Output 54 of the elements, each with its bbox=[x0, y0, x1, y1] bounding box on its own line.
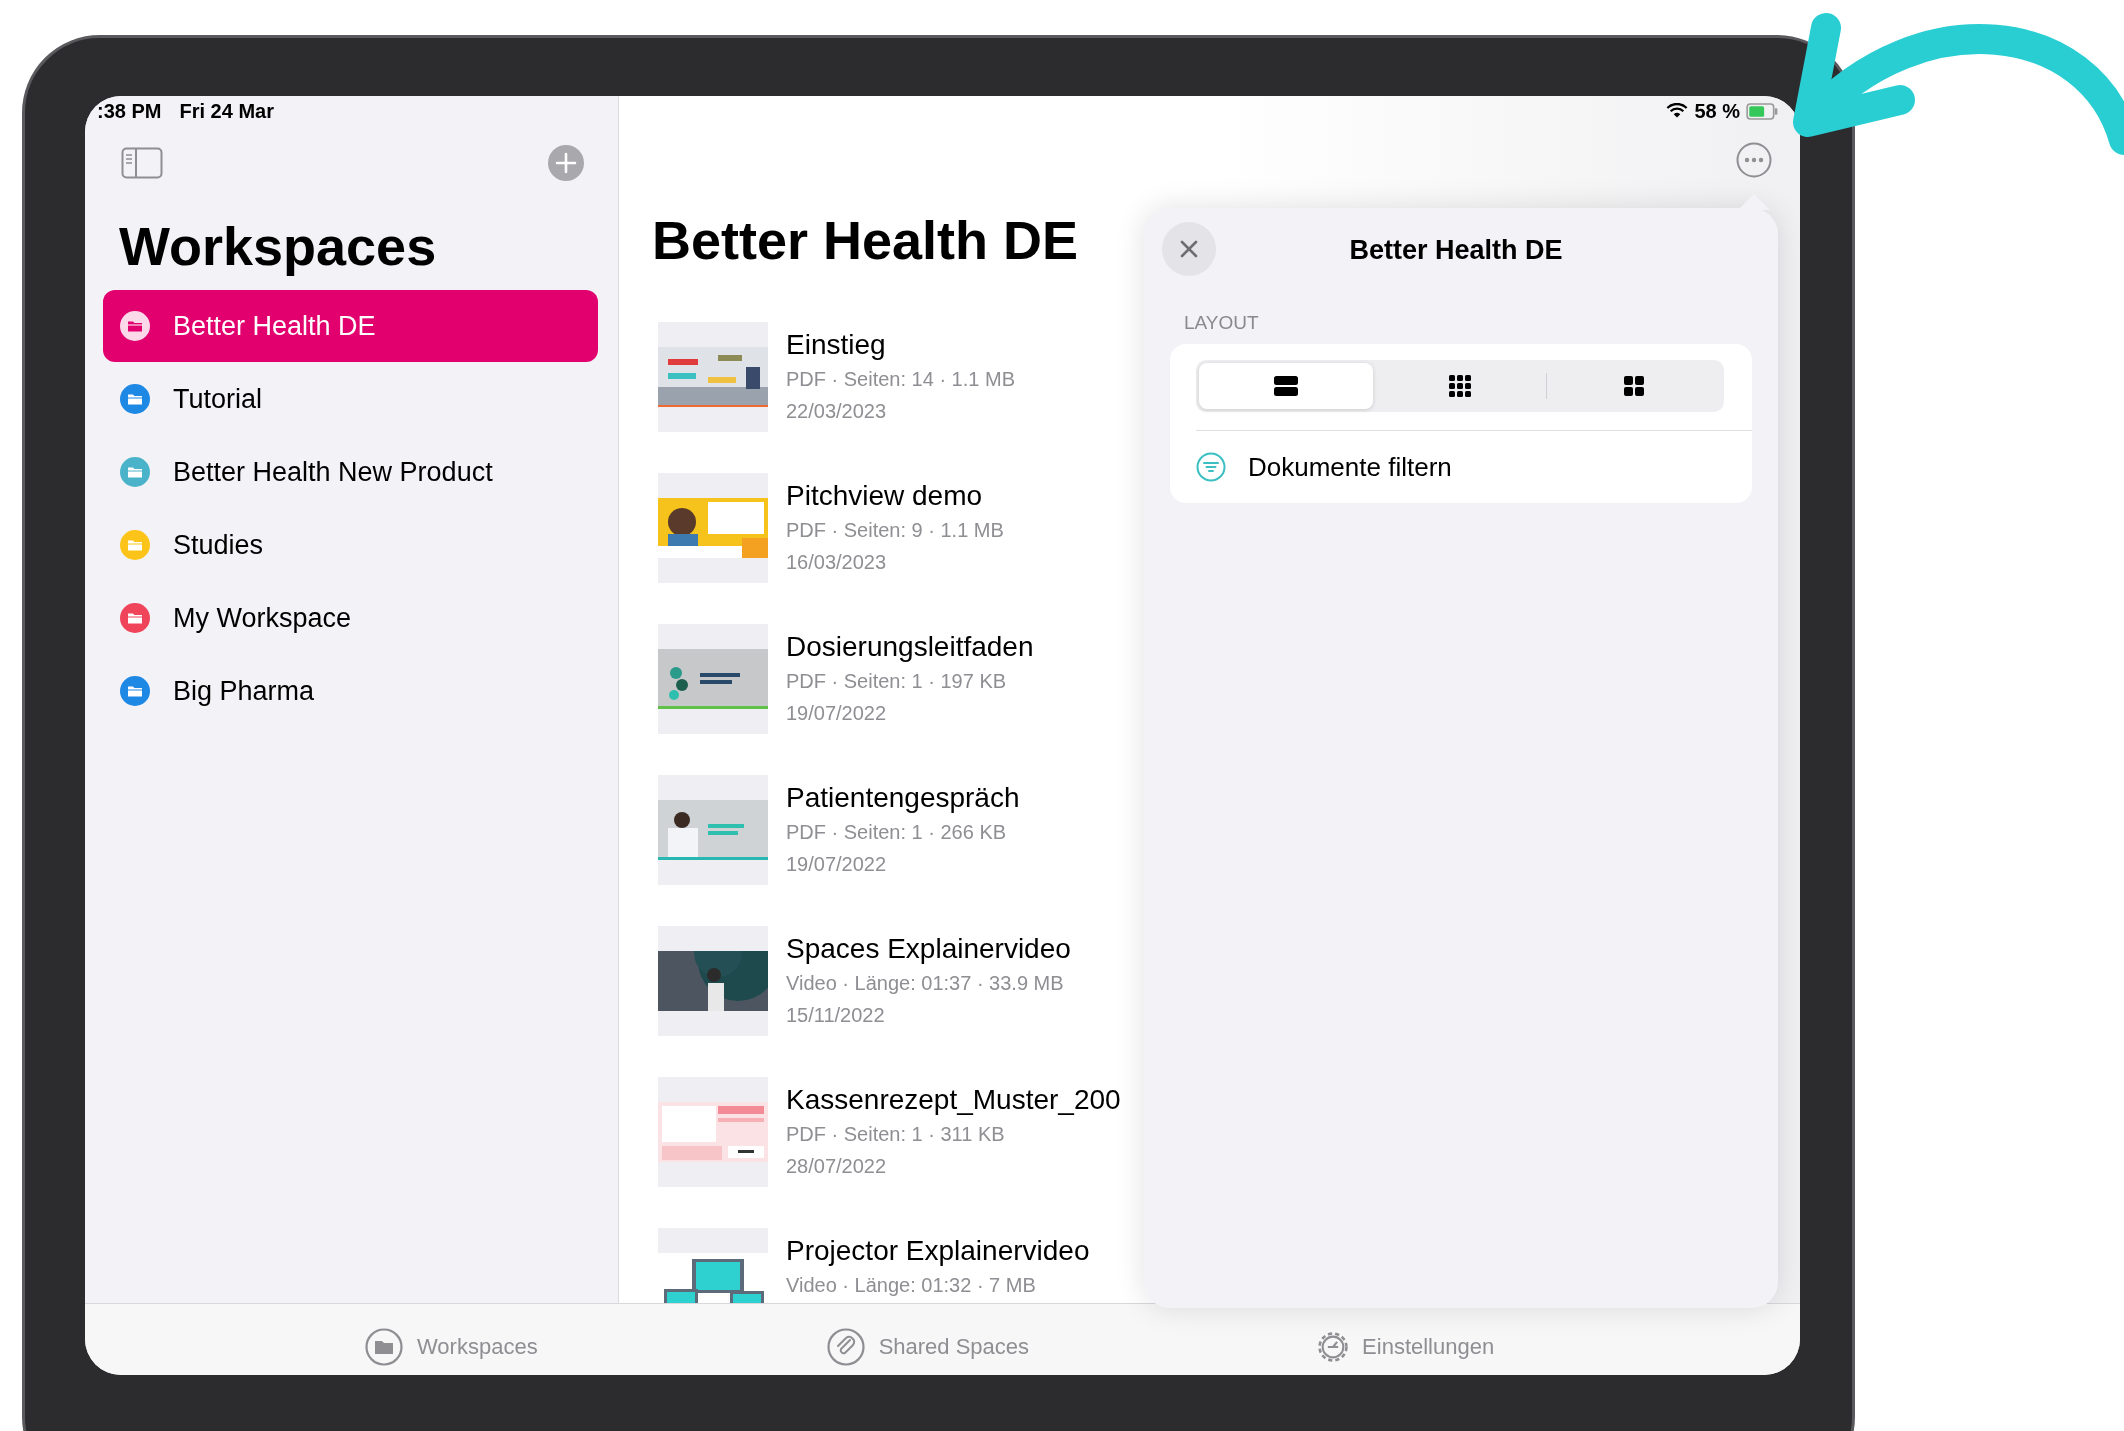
folder-icon bbox=[120, 530, 150, 560]
workspace-item[interactable]: Better Health DE bbox=[103, 290, 598, 362]
document-date: 19/07/2022 bbox=[786, 852, 888, 877]
document-meta: Video · Länge: 01:32 · 7 MB bbox=[786, 1273, 1037, 1298]
folder-icon bbox=[120, 457, 150, 487]
add-icon[interactable] bbox=[548, 145, 584, 181]
document-date: 22/03/2023 bbox=[786, 399, 888, 424]
folder-icon bbox=[120, 311, 150, 341]
document-title[interactable]: Spaces Explainervideo bbox=[786, 931, 1071, 967]
sidebar-title: Workspaces bbox=[119, 215, 438, 278]
folder-icon bbox=[120, 676, 150, 706]
page-title: Better Health DE bbox=[652, 209, 1079, 272]
popover-title: Better Health DE bbox=[1349, 234, 1563, 266]
small-grid-icon bbox=[1448, 375, 1471, 397]
document-date: 19/07/2022 bbox=[786, 701, 888, 726]
workspace-item[interactable]: Better Health New Product bbox=[103, 436, 598, 508]
workspace-item[interactable]: Tutorial bbox=[103, 363, 598, 435]
battery-icon bbox=[1746, 102, 1778, 120]
wifi-icon bbox=[1666, 103, 1689, 119]
document-title[interactable]: Einstieg bbox=[786, 327, 1015, 363]
document-meta: PDF · Seiten: 1 · 266 KB bbox=[786, 820, 1008, 845]
workspace-item[interactable]: Big Pharma bbox=[103, 655, 598, 727]
close-icon bbox=[1179, 239, 1199, 259]
document-title[interactable]: Projector Explainervideo bbox=[786, 1233, 1090, 1269]
filter-row[interactable]: Dokumente filtern bbox=[1196, 430, 1752, 503]
paperclip-icon bbox=[826, 1327, 865, 1366]
document-title[interactable]: Patientengespräch bbox=[786, 780, 1020, 816]
document-title[interactable]: Pitchview demo bbox=[786, 478, 1004, 514]
document-date: 28/07/2022 bbox=[786, 1154, 888, 1179]
list-layout-icon bbox=[1273, 376, 1298, 396]
sidebar-toggle-icon[interactable] bbox=[121, 147, 163, 179]
battery-percent: 58 % bbox=[1694, 99, 1740, 123]
document-meta: PDF · Seiten: 1 · 311 KB bbox=[786, 1122, 1006, 1147]
workspace-item[interactable]: Studies bbox=[103, 509, 598, 581]
document-title[interactable]: Kassenrezept_Muster_200 bbox=[786, 1082, 1121, 1118]
folder-icon bbox=[120, 603, 150, 633]
status-time: :38 PM bbox=[97, 99, 162, 123]
document-date: 16/03/2023 bbox=[786, 550, 888, 575]
gear-icon bbox=[1318, 1331, 1349, 1362]
layout-option[interactable] bbox=[1199, 363, 1373, 409]
document-meta: PDF · Seiten: 9 · 1.1 MB bbox=[786, 518, 1004, 543]
filter-icon bbox=[1196, 452, 1226, 482]
document-meta: PDF · Seiten: 14 · 1.1 MB bbox=[786, 367, 1015, 392]
large-grid-icon bbox=[1624, 376, 1645, 396]
document-date: 15/11/2022 bbox=[786, 1003, 886, 1028]
more-icon[interactable] bbox=[1736, 142, 1772, 178]
status-date: Fri 24 Mar bbox=[179, 99, 274, 123]
document-meta: Video · Länge: 01:37 · 33.9 MB bbox=[786, 971, 1065, 996]
workspace-item[interactable]: My Workspace bbox=[103, 582, 598, 654]
folder-icon bbox=[365, 1327, 403, 1366]
folder-icon bbox=[120, 384, 150, 414]
document-title[interactable]: Dosierungsleitfaden bbox=[786, 629, 1034, 665]
section-label: LAYOUT bbox=[1184, 312, 1260, 334]
document-meta: PDF · Seiten: 1 · 197 KB bbox=[786, 669, 1008, 694]
